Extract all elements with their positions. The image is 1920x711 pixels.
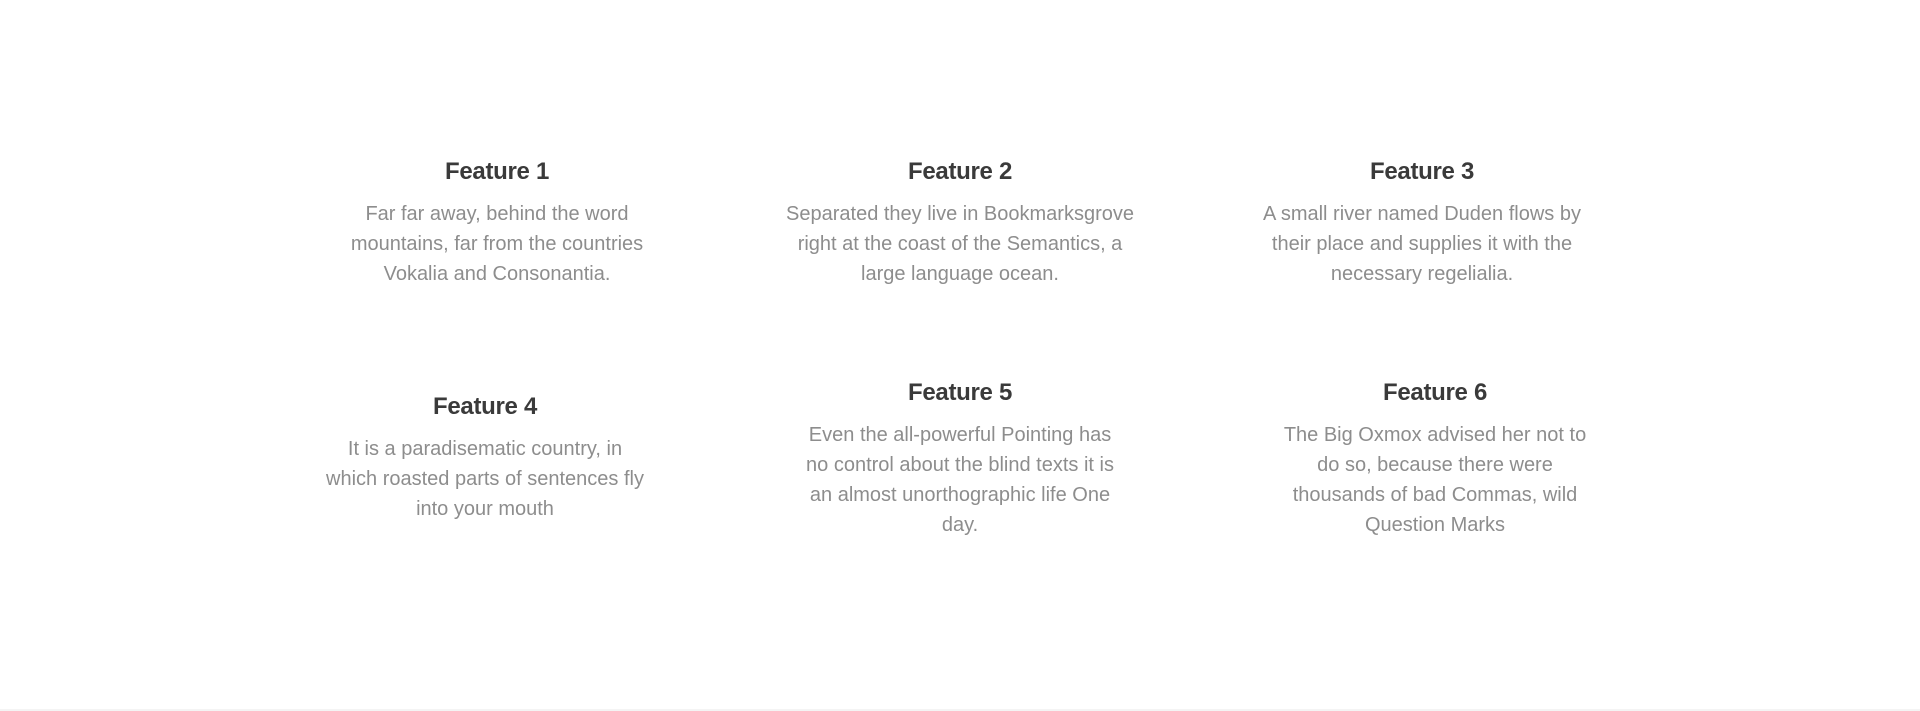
feature-description: Even the all-powerful Pointing has no co… — [806, 424, 1114, 536]
feature-card-5: Feature 5 Even the all-powerful Pointing… — [800, 378, 1120, 540]
feature-title: Feature 4 — [432, 393, 537, 420]
feature-title: Feature 2 — [907, 158, 1012, 185]
feature-description: Far far away, behind the word mountains,… — [350, 203, 644, 285]
features-section: Feature 1 Far far away, behind the word … — [0, 0, 1920, 711]
feature-card-4: Feature 4 It is a paradisematic country,… — [324, 392, 646, 524]
feature-title: Feature 3 — [1369, 158, 1474, 185]
feature-title: Feature 5 — [907, 379, 1012, 406]
feature-card-2: Feature 2 Separated they live in Bookmar… — [786, 157, 1134, 289]
feature-description: The Big Oxmox advised her not to do so, … — [1283, 424, 1587, 536]
feature-description: Separated they live in Bookmarksgrove ri… — [786, 203, 1134, 285]
feature-card-1: Feature 1 Far far away, behind the word … — [346, 157, 648, 289]
feature-description: A small river named Duden flows by their… — [1263, 203, 1581, 285]
feature-title: Feature 6 — [1382, 379, 1487, 406]
feature-description: It is a paradisematic country, in which … — [326, 438, 644, 520]
feature-card-6: Feature 6 The Big Oxmox advised her not … — [1280, 378, 1590, 540]
feature-title: Feature 1 — [444, 158, 549, 185]
feature-card-3: Feature 3 A small river named Duden flow… — [1262, 157, 1582, 289]
